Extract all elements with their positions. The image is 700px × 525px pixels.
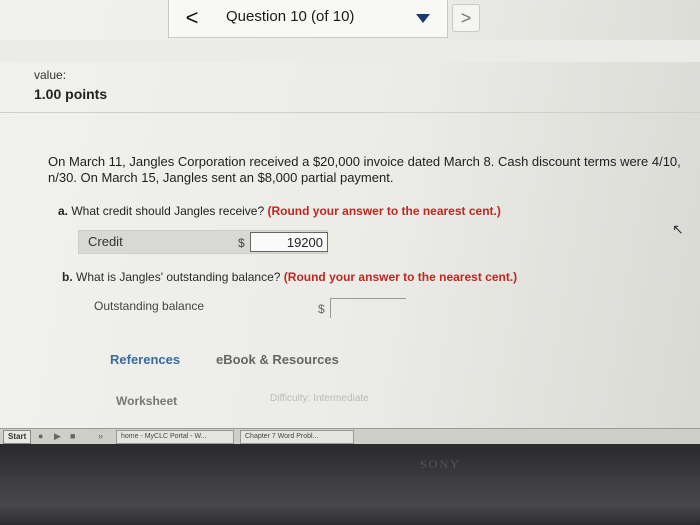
credit-input[interactable] <box>250 232 328 252</box>
divider <box>0 112 700 113</box>
media-icon[interactable]: ▶ <box>54 430 61 442</box>
part-a-text: What credit should Jangles receive? <box>71 204 265 218</box>
outstanding-balance-currency: $ <box>318 302 325 316</box>
browser-screen: < Question 10 (of 10) > value: 1.00 poin… <box>0 0 700 440</box>
browser-icon[interactable]: ● <box>38 430 43 442</box>
taskbar-item-word[interactable]: Chapter 7 Word Probl... <box>240 430 354 444</box>
chevron-down-icon[interactable] <box>416 14 430 23</box>
part-b-question: b. What is Jangles' outstanding balance?… <box>62 270 517 284</box>
points-value: 1.00 points <box>34 86 108 102</box>
bezel-lower <box>0 476 700 525</box>
outstanding-balance-label: Outstanding balance <box>94 299 205 313</box>
outstanding-balance-input[interactable] <box>330 298 406 318</box>
header-band <box>0 40 700 62</box>
part-a-question: a. What credit should Jangles receive? (… <box>58 204 501 218</box>
value-label: value: <box>34 68 67 82</box>
tab-references[interactable]: References <box>110 352 180 367</box>
part-b-letter: b. <box>62 270 73 284</box>
overflow-icon[interactable]: » <box>98 430 103 442</box>
brand-logo: SONY <box>420 457 461 471</box>
folder-icon[interactable]: ■ <box>70 430 75 442</box>
tab-ebook-resources[interactable]: eBook & Resources <box>216 352 339 367</box>
difficulty-text: Difficulty: Intermediate <box>270 393 369 404</box>
start-button[interactable]: Start <box>3 430 32 444</box>
part-b-text: What is Jangles' outstanding balance? <box>76 270 281 284</box>
credit-currency: $ <box>238 236 245 250</box>
taskbar-item-browser[interactable]: home - MyCLC Portal - W... <box>116 430 234 444</box>
credit-label: Credit <box>88 234 123 249</box>
part-a-letter: a. <box>58 204 69 218</box>
question-title[interactable]: Question 10 (of 10) <box>226 8 354 25</box>
part-a-hint: (Round your answer to the nearest cent.) <box>267 204 501 218</box>
mouse-cursor-icon: ↖ <box>672 221 684 237</box>
part-b-hint: (Round your answer to the nearest cent.) <box>283 270 518 284</box>
worksheet-link[interactable]: Worksheet <box>116 394 177 408</box>
next-question-button[interactable]: > <box>452 4 480 32</box>
problem-statement: On March 11, Jangles Corporation receive… <box>48 154 681 185</box>
previous-question-button[interactable]: < <box>172 4 212 32</box>
